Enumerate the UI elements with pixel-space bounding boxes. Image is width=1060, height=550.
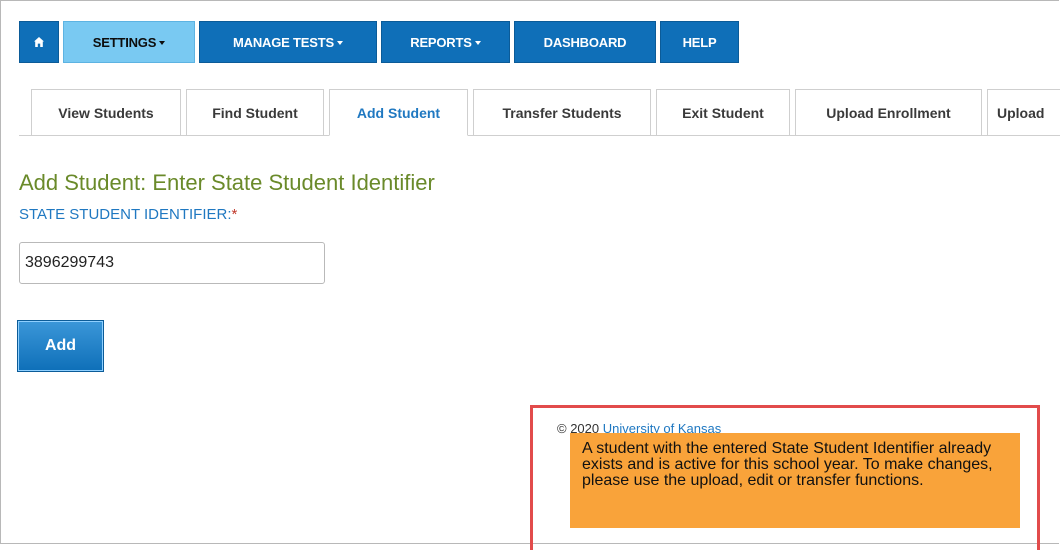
home-icon [33,36,45,48]
tab-label: Add Student [356,104,441,121]
tab-label: View Students [58,104,154,121]
ssid-label: STATE STUDENT IDENTIFIER:* [19,206,237,223]
tab-label: Upload [997,104,1045,121]
reports-menu[interactable]: REPORTS [381,21,510,63]
caret-down-icon [474,40,481,45]
tab-label: Exit Student [682,104,764,121]
tab-exit-student[interactable]: Exit Student [656,89,790,136]
settings-menu[interactable]: SETTINGS [63,21,195,63]
tab-label: Transfer Students [502,104,622,121]
tab-label: Upload Enrollment [826,104,951,121]
tab-upload-enrollment[interactable]: Upload Enrollment [795,89,982,136]
add-button-label: Add [44,337,77,354]
error-message: A student with the entered State Student… [570,433,1020,528]
help-link[interactable]: HELP [660,21,739,63]
dashboard-label: DASHBOARD [543,34,627,50]
ssid-input[interactable] [19,242,325,284]
caret-down-icon [336,40,343,45]
manage-tests-label: MANAGE TESTS [233,34,334,50]
tab-transfer-students[interactable]: Transfer Students [473,89,651,136]
page-title: Add Student: Enter State Student Identif… [19,170,435,195]
add-button[interactable]: Add [17,320,104,372]
tab-upload[interactable]: Upload [987,89,1060,136]
reports-label: REPORTS [410,34,472,50]
dashboard-link[interactable]: DASHBOARD [514,21,656,63]
tab-add-student[interactable]: Add Student [329,89,468,136]
ssid-label-text: STATE STUDENT IDENTIFIER: [19,206,232,223]
student-tabs: View Students Find Student Add Student T… [31,89,1060,136]
help-label: HELP [682,34,717,50]
settings-label: SETTINGS [92,34,157,50]
tab-find-student[interactable]: Find Student [186,89,324,136]
home-button[interactable] [19,21,59,63]
top-nav: SETTINGS MANAGE TESTS REPORTS DASHBOARD … [19,21,743,63]
tab-label: Find Student [212,104,298,121]
manage-tests-menu[interactable]: MANAGE TESTS [199,21,377,63]
caret-down-icon [159,40,166,45]
required-mark: * [231,206,238,223]
tab-view-students[interactable]: View Students [31,89,181,136]
